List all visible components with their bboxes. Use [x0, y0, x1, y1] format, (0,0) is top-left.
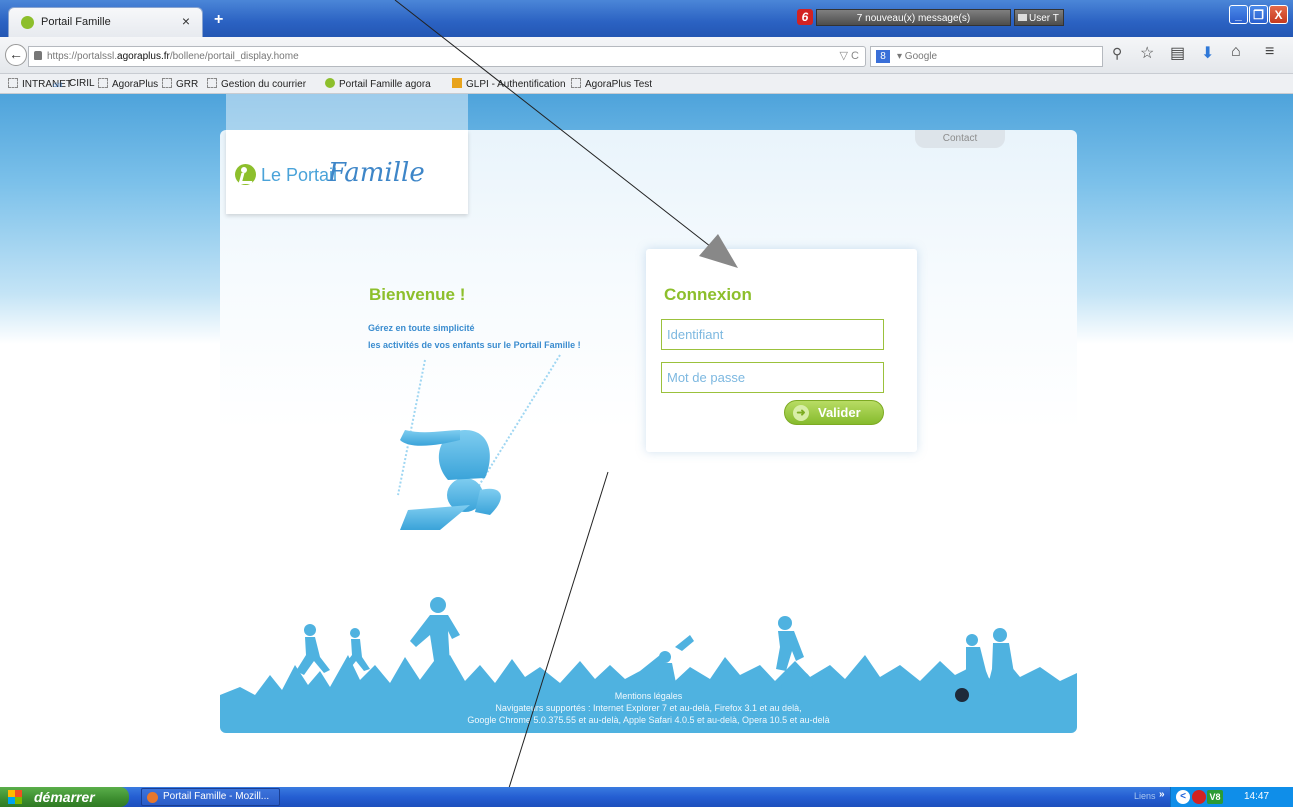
bookmark-ciril[interactable]: ciril CIRIL	[53, 78, 95, 93]
links-toolbar-label[interactable]: Liens	[1134, 791, 1156, 801]
notification-messages[interactable]: 7 nouveau(x) message(s)	[816, 9, 1011, 26]
tab-close-icon[interactable]: ×	[182, 13, 190, 29]
url-domain: agoraplus.fr	[117, 51, 170, 62]
folder-icon	[571, 78, 581, 88]
legal-mentions-link[interactable]: Mentions légales	[220, 691, 1077, 701]
start-label: démarrer	[34, 789, 95, 805]
browser-titlebar: Portail Famille × + 6 7 nouveau(x) messa…	[0, 0, 1293, 37]
login-title: Connexion	[664, 285, 752, 304]
welcome-text-line-1: Gérez en toute simplicité	[368, 323, 475, 333]
star-icon[interactable]: ☆	[1140, 43, 1154, 63]
google-engine-icon[interactable]: 8	[876, 50, 890, 63]
windows-taskbar: démarrer Portail Famille - Mozill... Lie…	[0, 787, 1293, 807]
firefox-icon	[147, 792, 158, 803]
bookmark-glpi[interactable]: GLPI - Authentification	[452, 78, 566, 90]
bookmark-label: CIRIL	[69, 78, 95, 89]
supported-browsers-line-1: Navigateurs supportés : Internet Explore…	[495, 703, 802, 713]
search-placeholder: ▾ Google	[897, 51, 938, 62]
portail-favicon-icon	[21, 16, 34, 29]
reload-icon[interactable]: ▽ C	[840, 49, 859, 62]
portail-icon	[325, 78, 335, 88]
close-button[interactable]: X	[1269, 5, 1288, 24]
folder-icon	[207, 78, 217, 88]
tray-antivirus-icon[interactable]: V8	[1207, 790, 1223, 804]
minimize-button[interactable]: _	[1229, 5, 1248, 24]
bookmark-portail-famille[interactable]: Portail Famille agora	[325, 78, 431, 90]
start-button[interactable]: démarrer	[0, 787, 129, 807]
clock: 14:47	[1244, 791, 1270, 802]
tray-app-icon[interactable]	[1192, 790, 1206, 804]
bookmark-gestion-courrier[interactable]: Gestion du courrier	[207, 78, 306, 90]
bookmark-agoraplus-test[interactable]: AgoraPlus Test	[571, 78, 652, 90]
menu-icon[interactable]: ≡	[1265, 43, 1274, 61]
navigation-bar: ← https://portalssl.agoraplus.fr/bollene…	[0, 37, 1293, 74]
taskbar-firefox-window[interactable]: Portail Famille - Mozill...	[141, 788, 280, 806]
maximize-button[interactable]: ❐	[1249, 5, 1268, 24]
logo-text-famille: Famille	[328, 158, 425, 188]
folder-icon	[98, 78, 108, 88]
search-bar[interactable]: 8 ▾ Google	[870, 46, 1103, 67]
url-text[interactable]: https://portalssl.agoraplus.fr/bollene/p…	[47, 51, 299, 62]
tab-label: Portail Famille	[41, 16, 111, 28]
bookmark-agoraplus[interactable]: AgoraPlus	[98, 78, 158, 90]
bookmark-label: GRR	[176, 79, 199, 90]
bookmark-grr[interactable]: GRR	[162, 78, 198, 90]
welcome-text-line-2: les activités de vos enfants sur le Port…	[368, 340, 581, 350]
login-panel: Connexion ➜ Valider	[646, 249, 917, 452]
logo-text-le-portail: Le Portail	[261, 165, 338, 185]
arrow-right-icon: ➜	[793, 405, 809, 421]
notification-app-icon[interactable]: 6	[797, 9, 813, 25]
lock-icon	[34, 51, 42, 60]
mail-icon	[1018, 14, 1027, 21]
portal-card: Contact Le Portail Famille Bienvenue ! G…	[220, 130, 1077, 733]
user-label: User T	[1029, 13, 1059, 24]
download-icon[interactable]: ⬇	[1201, 43, 1214, 63]
windows-logo-icon	[8, 790, 22, 804]
validate-button[interactable]: ➜ Valider	[784, 400, 884, 425]
bookmark-label: AgoraPlus	[112, 79, 159, 90]
logo-strip	[226, 94, 468, 132]
bookmark-label: GLPI - Authentification	[466, 79, 566, 90]
folder-icon	[8, 78, 18, 88]
bookmark-label: Portail Famille agora	[339, 79, 431, 90]
home-icon[interactable]: ⌂	[1231, 43, 1241, 61]
url-path: /bollene/portail_display.home	[169, 51, 299, 62]
contact-link[interactable]: Contact	[915, 130, 1005, 148]
web-page: Contact Le Portail Famille Bienvenue ! G…	[0, 94, 1293, 787]
tab-portail-famille[interactable]: Portail Famille ×	[8, 7, 203, 37]
back-button[interactable]: ←	[5, 44, 27, 66]
glpi-icon	[452, 78, 462, 88]
password-field[interactable]	[661, 362, 884, 393]
user-mail-box[interactable]: User T	[1014, 9, 1064, 26]
supported-browsers-line-2: Google Chrome 5.0.375.55 et au-delà, App…	[467, 715, 830, 725]
new-tab-button[interactable]: +	[214, 11, 223, 29]
swing-girl-illustration	[397, 354, 561, 530]
welcome-title: Bienvenue !	[369, 285, 466, 304]
url-bar[interactable]: https://portalssl.agoraplus.fr/bollene/p…	[28, 46, 866, 67]
portal-logo[interactable]: Le Portail Famille	[226, 130, 468, 214]
bookmarks-bar: INTRANET ciril CIRIL AgoraPlus GRR Gestio…	[0, 74, 1293, 94]
chevron-right-icon[interactable]: »	[1159, 789, 1165, 800]
task-item-label: Portail Famille - Mozill...	[163, 791, 270, 802]
search-icon[interactable]: ⚲	[1112, 45, 1122, 62]
username-field[interactable]	[661, 319, 884, 350]
bookmark-label: AgoraPlus Test	[585, 79, 653, 90]
validate-label: Valider	[818, 405, 861, 420]
reading-list-icon[interactable]: ▤	[1170, 43, 1185, 63]
bookmark-label: Gestion du courrier	[221, 79, 307, 90]
folder-icon	[162, 78, 172, 88]
url-prefix: https://portalssl.	[47, 51, 118, 62]
ciril-icon: ciril	[53, 83, 62, 89]
tray-back-icon[interactable]: <	[1176, 790, 1190, 804]
portal-logo-icon	[235, 164, 256, 185]
